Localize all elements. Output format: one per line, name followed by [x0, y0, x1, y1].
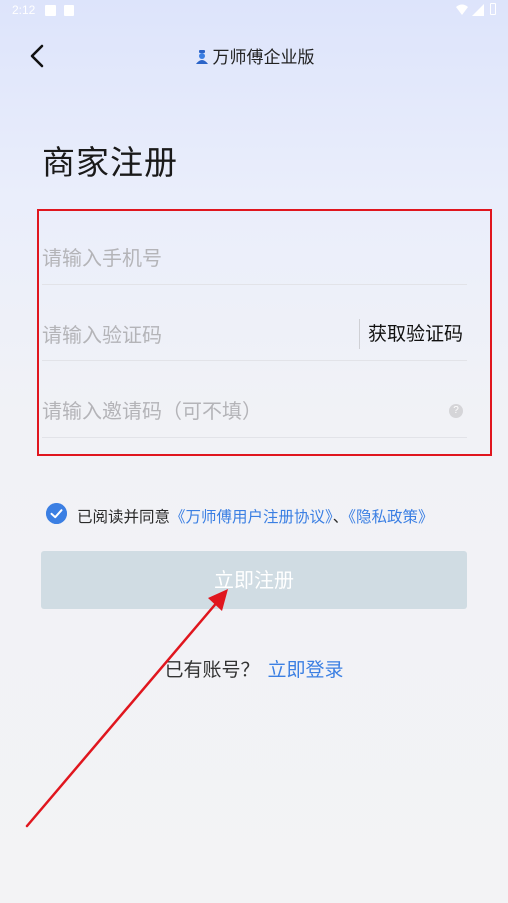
privacy-policy-link[interactable]: 《隐私政策》	[348, 508, 433, 526]
agreement-text: 已阅读并同意《万师傅用户注册协议》、《隐私政策》	[77, 505, 434, 527]
wifi-icon	[456, 4, 468, 15]
agreement-checkbox[interactable]	[46, 503, 67, 524]
app-title: 万师傅企业版	[0, 43, 508, 68]
battery-icon	[490, 3, 496, 15]
login-prompt: 已有账号？	[164, 659, 260, 681]
gallery-notification-icon	[45, 5, 56, 16]
user-agreement-link[interactable]: 《万师傅用户注册协议》	[170, 508, 333, 526]
app-logo-icon	[195, 50, 208, 64]
login-row: 已有账号？ 立即登录	[0, 655, 508, 682]
app-title-text: 万师傅企业版	[212, 48, 315, 68]
login-link[interactable]: 立即登录	[268, 659, 344, 681]
register-button[interactable]: 立即注册	[41, 551, 467, 609]
signal-icon	[472, 4, 484, 16]
app-notification-icon	[64, 5, 74, 16]
page-title: 商家注册	[42, 143, 178, 182]
agreement-separator: 、	[332, 508, 349, 526]
status-bar: 2:12	[0, 0, 508, 22]
agreement-prefix: 已阅读并同意	[77, 508, 171, 526]
status-time: 2:12	[12, 3, 36, 17]
annotation-highlight-box	[37, 209, 492, 456]
